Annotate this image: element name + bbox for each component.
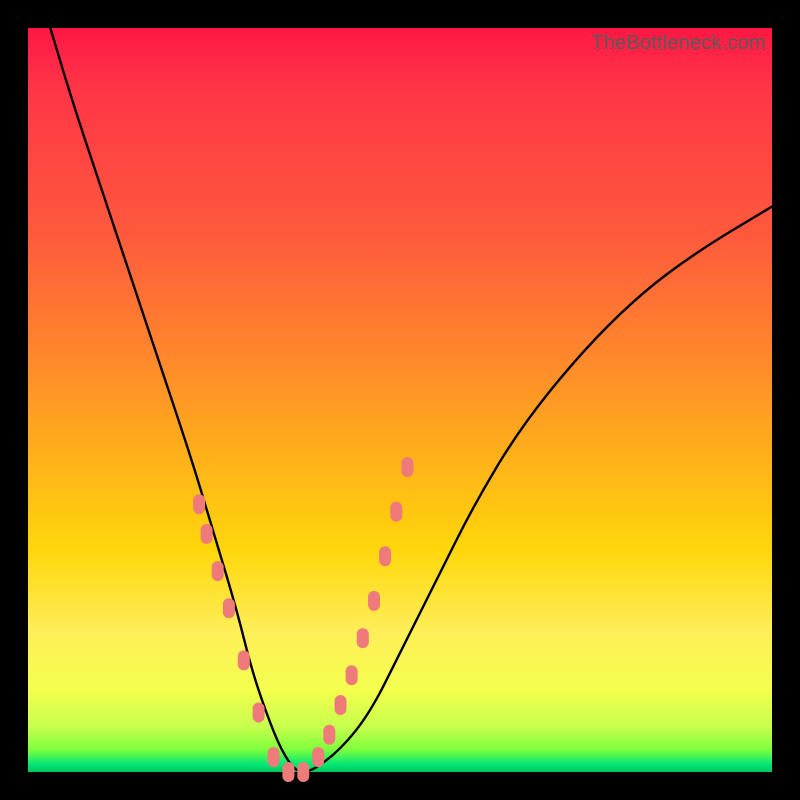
plot-area: TheBottleneck.com: [28, 28, 772, 772]
overlay-dot: [368, 591, 380, 611]
overlay-dot: [335, 695, 347, 715]
v-curve-line: [50, 28, 772, 772]
chart-svg: [28, 28, 772, 772]
overlay-dot: [238, 650, 250, 670]
overlay-dot: [379, 546, 391, 566]
overlay-dot: [193, 494, 205, 514]
overlay-dot: [401, 457, 413, 477]
overlay-dot: [201, 524, 213, 544]
overlay-dot: [297, 762, 309, 782]
overlay-dots-group: [193, 457, 413, 782]
overlay-dot: [312, 747, 324, 767]
overlay-dot: [357, 628, 369, 648]
overlay-dot: [282, 762, 294, 782]
overlay-dot: [346, 665, 358, 685]
overlay-dot: [390, 502, 402, 522]
overlay-dot: [223, 598, 235, 618]
overlay-dot: [212, 561, 224, 581]
overlay-dot: [323, 725, 335, 745]
chart-frame: TheBottleneck.com: [0, 0, 800, 800]
overlay-dot: [253, 703, 265, 723]
overlay-dot: [268, 747, 280, 767]
